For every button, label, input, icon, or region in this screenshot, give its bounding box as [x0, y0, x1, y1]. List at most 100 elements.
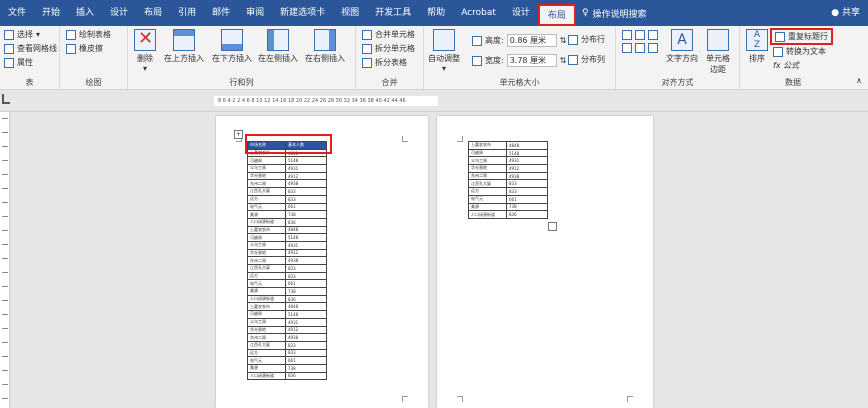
- table-row[interactable]: 江西孔大厦 833: [247, 264, 327, 273]
- table-cell[interactable]: 华光香地: [247, 248, 286, 258]
- table-row[interactable]: 东州二周 4938: [468, 171, 548, 181]
- align-middle-center-icon[interactable]: [635, 43, 645, 53]
- table-cell[interactable]: 4912: [506, 164, 548, 173]
- properties-button[interactable]: 属性: [4, 57, 33, 68]
- draw-table-button[interactable]: 绘制表格: [66, 29, 111, 40]
- table-row[interactable]: 电气元 661: [247, 356, 327, 365]
- distribute-rows-button[interactable]: 分布行: [568, 34, 605, 45]
- split-table-button[interactable]: 拆分表格: [362, 57, 407, 68]
- table-cell[interactable]: 833: [285, 194, 327, 204]
- table-cell[interactable]: 义乌工周: [247, 164, 286, 173]
- table-cell[interactable]: 美源: [468, 202, 507, 212]
- table-row[interactable]: 东州二周 4938: [247, 333, 327, 342]
- table-cell[interactable]: 5148: [506, 148, 548, 158]
- table-cell[interactable]: 4912: [285, 171, 327, 181]
- table-cell[interactable]: 华光香地: [247, 325, 286, 335]
- table-cell[interactable]: 833: [285, 187, 327, 196]
- table-cell[interactable]: 东州二周: [247, 179, 286, 189]
- align-top-left-icon[interactable]: [622, 30, 632, 40]
- table-cell[interactable]: 电气元: [247, 202, 286, 212]
- table-cell[interactable]: 远方: [247, 271, 286, 281]
- align-middle-left-icon[interactable]: [622, 43, 632, 53]
- tab-0[interactable]: 文件: [0, 0, 34, 26]
- table-move-handle-icon[interactable]: +: [234, 130, 243, 139]
- table-row[interactable]: 美源 738: [247, 210, 327, 219]
- table-cell[interactable]: 远方: [247, 194, 286, 204]
- table-cell[interactable]: 4931: [285, 240, 327, 250]
- table-cell[interactable]: 电气元: [247, 356, 286, 365]
- table-row[interactable]: 义乌工周 4931: [468, 156, 548, 166]
- table-cell[interactable]: 5148: [285, 233, 327, 242]
- table-cell[interactable]: 5148: [285, 156, 327, 166]
- autofit-button[interactable]: 自动调整 ▾: [428, 29, 460, 73]
- tell-me-search[interactable]: ♀ 操作说明搜索: [582, 7, 647, 20]
- table-cell[interactable]: 833: [285, 348, 327, 358]
- tab-selector-icon[interactable]: [2, 94, 10, 104]
- table-cell[interactable]: 义乌工周: [247, 317, 286, 327]
- table-cell[interactable]: 电气元: [247, 279, 286, 289]
- table-cell[interactable]: 4848: [285, 225, 327, 235]
- table-cell[interactable]: 东州二周: [247, 256, 286, 265]
- align-middle-right-icon[interactable]: [648, 43, 658, 53]
- table-cell[interactable]: 远方: [247, 348, 286, 358]
- table-row[interactable]: 华光香地 4912: [247, 171, 327, 181]
- table-cell[interactable]: 东州二周: [247, 333, 286, 342]
- table-row[interactable]: 远方 833: [247, 271, 327, 281]
- table-cell[interactable]: 4938: [506, 171, 548, 181]
- table-cell[interactable]: 833: [506, 187, 548, 196]
- table-row[interactable]: 远方 833: [468, 187, 548, 196]
- table-row[interactable]: 人口闭源街道 836: [247, 371, 327, 381]
- insert-below-button[interactable]: 在下方插入: [212, 29, 252, 64]
- table-cell[interactable]: 华光香地: [247, 171, 286, 181]
- table-row[interactable]: 东州二周 4938: [247, 256, 327, 265]
- split-cells-button[interactable]: 拆分单元格: [362, 43, 415, 54]
- table-cell[interactable]: 东州二周: [468, 171, 507, 181]
- merge-cells-button[interactable]: 合并单元格: [362, 29, 415, 40]
- table-cell[interactable]: 4938: [285, 333, 327, 342]
- table-cell[interactable]: 4931: [285, 164, 327, 173]
- table-row[interactable]: 上嘉农农市 4848: [247, 225, 327, 235]
- table-row[interactable]: 义乌工周 4931: [247, 240, 327, 250]
- eraser-button[interactable]: 橡皮擦: [66, 43, 103, 54]
- table-cell[interactable]: 美源: [247, 210, 286, 219]
- cell-margins-button[interactable]: 单元格 边距: [706, 29, 730, 75]
- table-cell[interactable]: 4912: [285, 248, 327, 258]
- table-cell[interactable]: 5148: [285, 310, 327, 319]
- tab-6[interactable]: 邮件: [204, 0, 238, 26]
- formula-button[interactable]: fx 公式: [773, 60, 799, 71]
- width-input[interactable]: 3.78 厘米: [506, 54, 557, 67]
- table-cell[interactable]: 人口闭源街道: [247, 294, 286, 304]
- table-cell[interactable]: 4848: [285, 302, 327, 312]
- table-cell[interactable]: 可越周: [468, 148, 507, 158]
- tab-2[interactable]: 插入: [68, 0, 102, 26]
- insert-above-button[interactable]: 在上方插入: [164, 29, 204, 64]
- table-cell[interactable]: 833: [506, 179, 548, 189]
- table-row[interactable]: 可越周 5148: [247, 310, 327, 319]
- table-row[interactable]: 人口闭源街道 836: [247, 294, 327, 304]
- text-direction-button[interactable]: A 文字方向: [666, 29, 698, 64]
- insert-left-button[interactable]: 在左侧插入: [258, 29, 298, 64]
- table-cell[interactable]: 人口闭源街道: [468, 210, 507, 219]
- ruler-scale[interactable]: 8 6 4 2 2 4 6 8 10 12 14 16 18 20 22 24 …: [214, 96, 438, 106]
- table-cell[interactable]: 4938: [285, 179, 327, 189]
- table-cell[interactable]: 美源: [247, 287, 286, 296]
- table-row[interactable]: 华光香地 4912: [247, 325, 327, 335]
- table-row[interactable]: 华光香地 4912: [247, 248, 327, 258]
- table-row[interactable]: 人口闭源街道 836: [468, 210, 548, 219]
- table-row[interactable]: 江西孔大厦 833: [468, 179, 548, 189]
- table-row[interactable]: 上嘉农农市 4848: [247, 302, 327, 312]
- collapse-ribbon-icon[interactable]: ∧: [856, 76, 862, 85]
- table-row[interactable]: 华光香地 4912: [468, 164, 548, 173]
- table-cell[interactable]: 可越周: [247, 310, 286, 319]
- table-cell[interactable]: 上嘉农农市: [468, 141, 507, 150]
- table-row[interactable]: 美源 738: [247, 287, 327, 296]
- share-button[interactable]: ● 共享: [831, 0, 860, 26]
- table-row[interactable]: 电气元 661: [247, 202, 327, 212]
- tab-4[interactable]: 布局: [136, 0, 170, 26]
- table-cell[interactable]: 美源: [247, 363, 286, 373]
- table-row[interactable]: 东州二周 4938: [247, 179, 327, 189]
- tab-9[interactable]: 视图: [333, 0, 367, 26]
- table-row[interactable]: 远方 833: [247, 194, 327, 204]
- table-cell[interactable]: 人口闭源街道: [247, 371, 286, 381]
- table-cell[interactable]: 人口闭源街道: [247, 217, 286, 227]
